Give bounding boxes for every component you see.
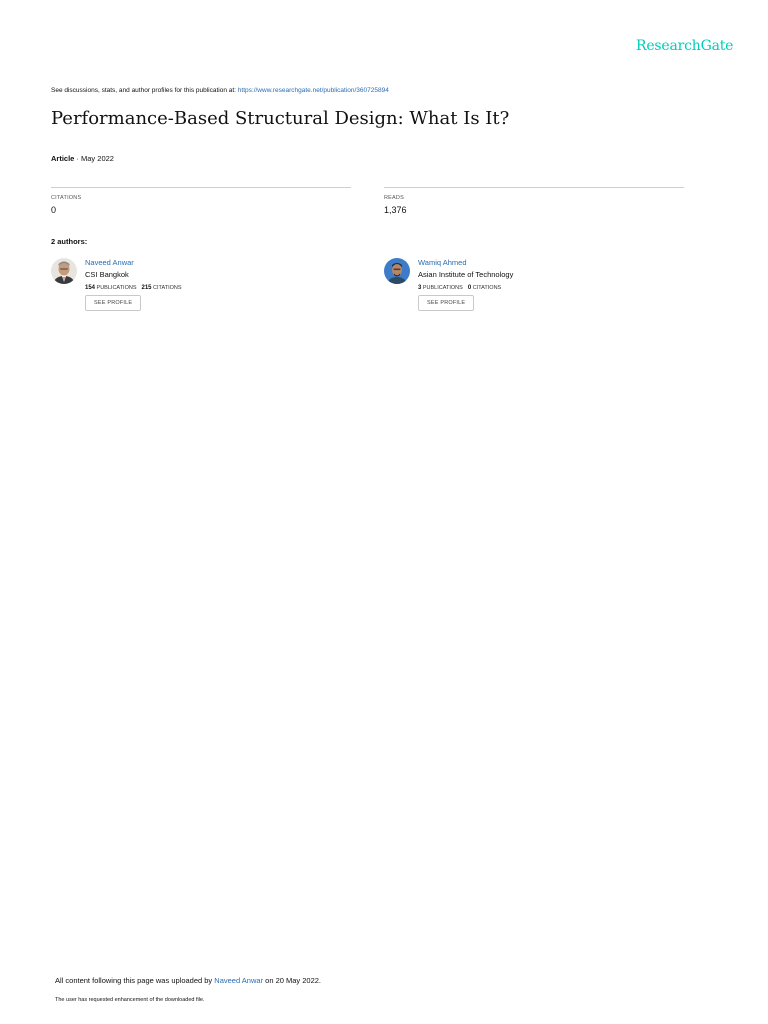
author-name-link[interactable]: Naveed Anwar bbox=[85, 258, 345, 267]
meta-separator: · bbox=[74, 154, 82, 163]
authors-heading: 2 authors: bbox=[51, 237, 88, 246]
see-profile-button[interactable]: SEE PROFILE bbox=[85, 295, 142, 311]
researchgate-logo[interactable]: ResearchGate bbox=[636, 38, 733, 54]
author-photo-icon bbox=[384, 258, 410, 284]
see-discussions-line: See discussions, stats, and author profi… bbox=[51, 87, 389, 94]
reads-value: 1,376 bbox=[384, 205, 407, 215]
citations-count: 215 bbox=[141, 285, 152, 291]
citations-label: CITATIONS bbox=[51, 195, 82, 201]
publications-count: 154 bbox=[85, 285, 96, 291]
upload-notice: All content following this page was uplo… bbox=[55, 976, 321, 985]
author-institution: CSI Bangkok bbox=[85, 270, 129, 279]
citations-value: 0 bbox=[51, 205, 57, 215]
avatar[interactable] bbox=[51, 258, 77, 284]
publication-title: Performance-Based Structural Design: Wha… bbox=[51, 108, 510, 129]
avatar[interactable] bbox=[384, 258, 410, 284]
citations-stat: CITATIONS 0 bbox=[51, 187, 351, 215]
author-institution: Asian Institute of Technology bbox=[418, 270, 514, 279]
author-stats: 3 PUBLICATIONS 0 CITATIONS bbox=[418, 285, 678, 291]
author-stats: 154 PUBLICATIONS 215 CITATIONS bbox=[85, 285, 345, 291]
reads-label: READS bbox=[384, 195, 404, 201]
publications-label: PUBLICATIONS bbox=[96, 285, 137, 291]
publication-link[interactable]: https://www.researchgate.net/publication… bbox=[238, 87, 389, 94]
enhancement-note: The user has requested enhancement of th… bbox=[55, 997, 205, 1003]
article-meta: Article · May 2022 bbox=[51, 154, 114, 163]
upload-suffix: on 20 May 2022. bbox=[263, 976, 322, 985]
uploader-link[interactable]: Naveed Anwar bbox=[214, 976, 263, 985]
reads-stat: READS 1,376 bbox=[384, 187, 684, 215]
publications-count: 3 bbox=[418, 285, 422, 291]
citations-label: CITATIONS bbox=[472, 285, 502, 291]
author-info: Naveed Anwar CSI Bangkok 154 PUBLICATION… bbox=[85, 258, 345, 311]
citations-count: 0 bbox=[467, 285, 472, 291]
author-photo-icon bbox=[51, 258, 77, 284]
article-type: Article bbox=[51, 154, 75, 163]
publications-label: PUBLICATIONS bbox=[422, 285, 463, 291]
upload-prefix: All content following this page was uplo… bbox=[55, 976, 215, 985]
publication-date: May 2022 bbox=[81, 154, 114, 163]
citations-label: CITATIONS bbox=[153, 285, 182, 291]
see-profile-button[interactable]: SEE PROFILE bbox=[418, 295, 475, 311]
author-name-link[interactable]: Wamiq Ahmed bbox=[418, 258, 678, 267]
author-info: Wamiq Ahmed Asian Institute of Technolog… bbox=[418, 258, 678, 311]
discussions-text: See discussions, stats, and author profi… bbox=[51, 87, 238, 94]
